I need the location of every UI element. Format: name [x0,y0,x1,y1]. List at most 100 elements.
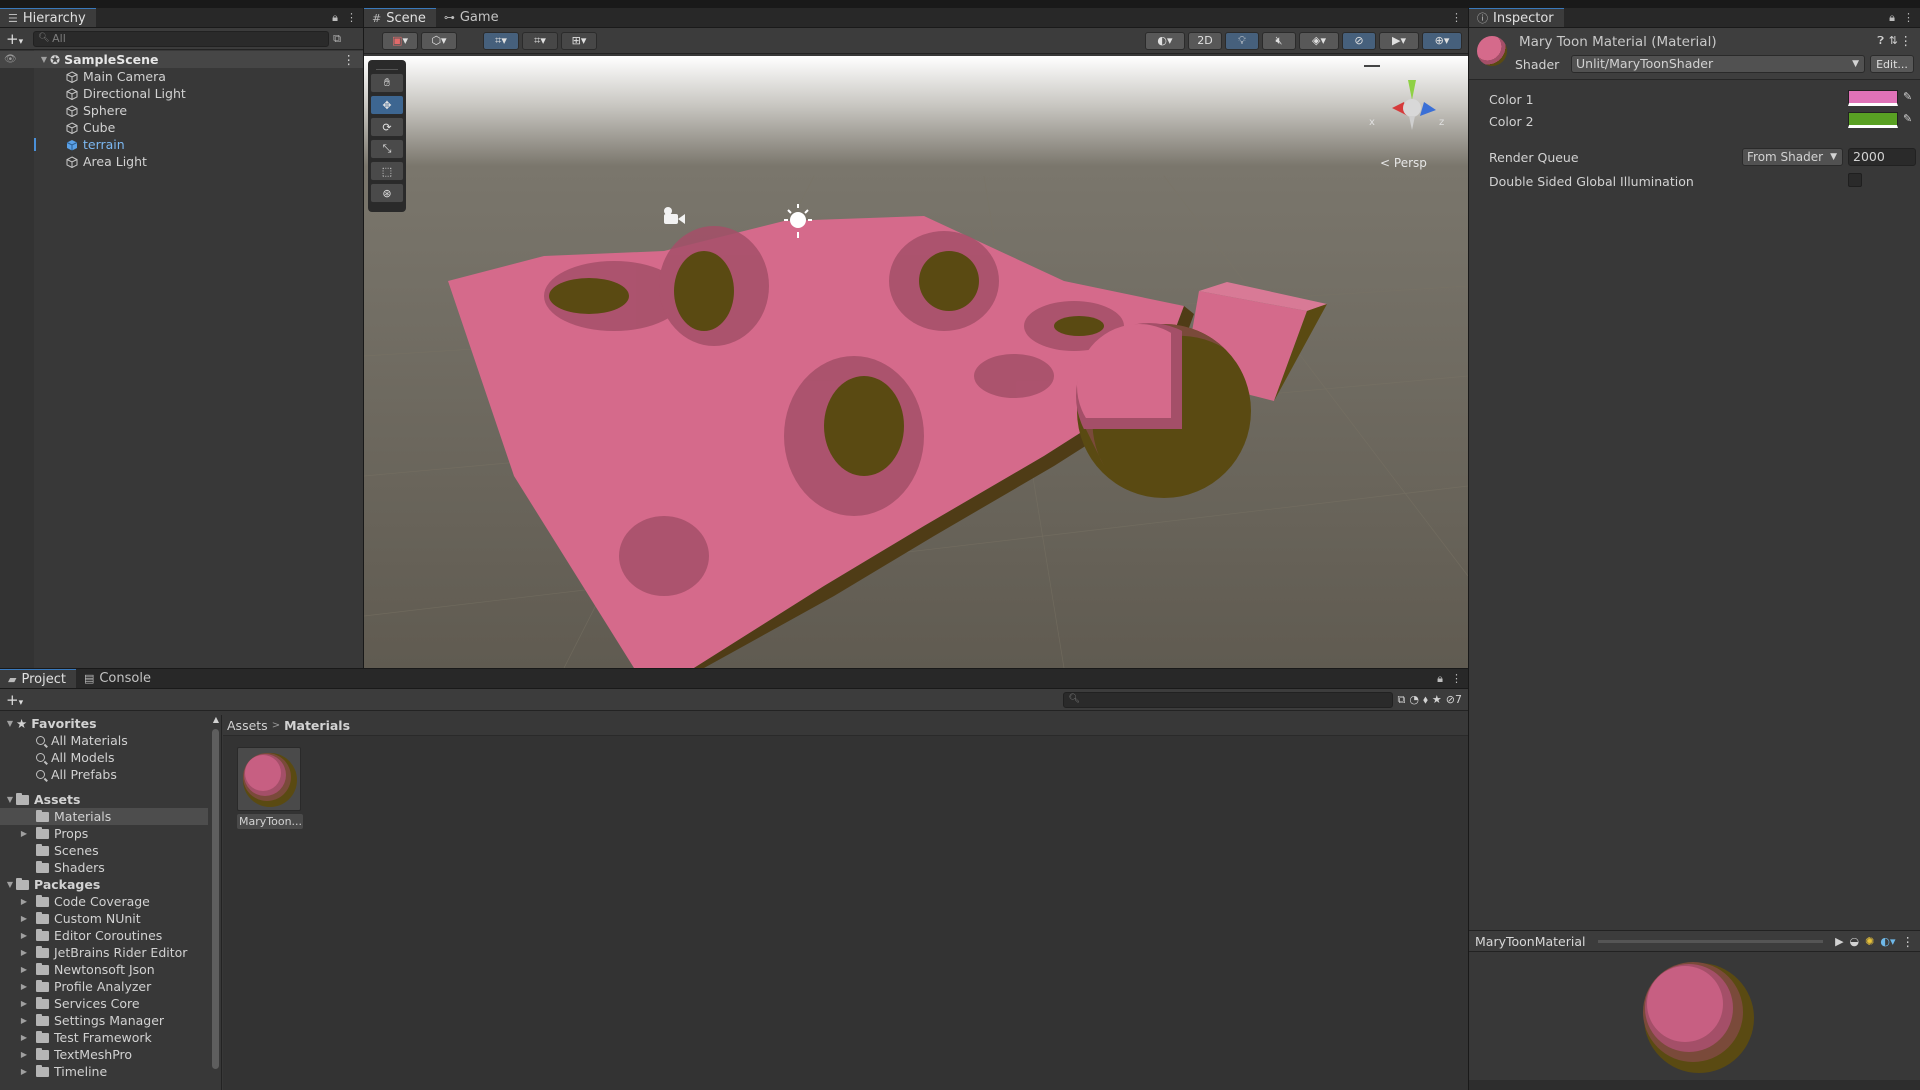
hierarchy-item-sphere[interactable]: Sphere [0,102,363,119]
hand-tool-button[interactable]: ✋︎ [370,73,404,93]
hierarchy-item-area-light[interactable]: Area Light [0,153,363,170]
tab-project[interactable]: ▰ Project [0,669,76,688]
help-icon[interactable]: ❓︎ [1877,34,1884,48]
transform-tool-button[interactable]: ⊛ [370,183,404,203]
package-textmeshpro[interactable]: ▶ TextMeshPro [0,1046,221,1063]
package-newtonsoft-json[interactable]: ▶ Newtonsoft Json [0,961,221,978]
search-by-type-icon[interactable]: ⧉ [1397,693,1405,707]
hierarchy-search-input[interactable]: 🔍︎ All [33,30,330,47]
breadcrumb-materials[interactable]: Materials [284,718,350,733]
kebab-menu-icon[interactable]: ⋮ [1900,33,1913,48]
tab-inspector[interactable]: ⓘ Inspector [1469,8,1564,27]
scene-row[interactable]: 👁︎ ▼ ✪ SampleScene ⋮ [0,51,363,68]
draw-mode-button[interactable]: ▣ ▾ [382,31,418,50]
grid-snap-button[interactable]: ⌗ ▾ [522,31,558,50]
render-mode-button[interactable]: ⬡ ▾ [421,31,457,50]
package-settings-manager[interactable]: ▶ Settings Manager [0,1012,221,1029]
toggle-lighting-button[interactable]: 💡︎ [1225,31,1259,50]
tab-hierarchy[interactable]: ☰ Hierarchy [0,8,96,27]
favorite-all-prefabs[interactable]: All Prefabs [0,766,221,783]
shading-mode-button[interactable]: ◐ ▾ [1145,31,1185,50]
folder-materials[interactable]: Materials [0,808,208,825]
favorite-all-materials[interactable]: All Materials [0,732,221,749]
scale-tool-button[interactable]: ⤡ [370,139,404,159]
kebab-menu-icon[interactable]: ⋮ [1902,934,1915,949]
preview-light-icon[interactable]: ✺ [1865,935,1874,948]
package-code-coverage[interactable]: ▶ Code Coverage [0,893,221,910]
search-by-label-icon[interactable]: ◔ [1409,693,1419,706]
preview-drag-bar[interactable] [1597,939,1824,943]
packages-header[interactable]: ▼ Packages [0,876,221,893]
increment-snap-button[interactable]: ⊞ ▾ [561,31,597,50]
chevron-down-icon[interactable]: ▼ [38,55,50,64]
tree-scrollbar[interactable] [212,729,219,1069]
visibility-eye-icon[interactable]: 👁︎ [4,54,38,65]
hierarchy-item-directional-light[interactable]: Directional Light [0,85,363,102]
package-custom-nunit[interactable]: ▶ Custom NUnit [0,910,221,927]
package-services-core[interactable]: ▶ Services Core [0,995,221,1012]
kebab-menu-icon[interactable]: ⋮ [346,11,357,25]
effects-button[interactable]: ◈ ▾ [1299,31,1339,50]
folder-scenes[interactable]: Scenes [0,842,221,859]
kebab-menu-icon[interactable]: ⋮ [1451,672,1462,686]
scene-viewport[interactable]: x z < Persp ✋︎ ✥ ⟳ ⤡ ⬚ ⊛ [364,56,1468,668]
scene-menu-icon[interactable]: ⋮ [343,52,356,67]
render-queue-dropdown[interactable]: From Shader ▼ [1742,148,1843,166]
snap-toggle-button[interactable]: ⌗ ▾ [483,31,519,50]
scene-visibility-button[interactable]: ⊘ [1342,31,1376,50]
folder-props[interactable]: ▶ Props [0,825,221,842]
lock-icon[interactable]: 🔒︎ [1437,672,1443,686]
kebab-menu-icon[interactable]: ⋮ [1903,11,1914,25]
rotate-tool-button[interactable]: ⟳ [370,117,404,137]
camera-settings-button[interactable]: ▶ ▾ [1379,31,1419,50]
hierarchy-item-cube[interactable]: Cube [0,119,363,136]
tab-scene[interactable]: # Scene [364,8,436,27]
shader-dropdown[interactable]: Unlit/MaryToonShader ▼ [1571,55,1865,73]
render-queue-field[interactable]: 2000 [1848,148,1916,166]
rect-tool-button[interactable]: ⬚ [370,161,404,181]
favorites-header[interactable]: ▼ ★ Favorites [0,715,221,732]
preview-shape-icon[interactable]: ◒ [1850,935,1860,948]
preset-icon[interactable]: ⇅ [1889,34,1898,47]
dsgi-checkbox[interactable] [1848,173,1862,187]
chevron-left-icon: < [1380,156,1391,170]
move-tool-button[interactable]: ✥ [370,95,404,115]
search-options-icon[interactable]: ⧉ [333,32,341,46]
eyedropper-icon[interactable]: ✎ [1903,112,1912,125]
package-jetbrains-rider-editor[interactable]: ▶ JetBrains Rider Editor [0,944,221,961]
toggle-audio-button[interactable]: 🔇︎ [1262,31,1296,50]
edit-shader-button[interactable]: Edit... [1870,55,1914,73]
package-test-framework[interactable]: ▶ Test Framework [0,1029,221,1046]
play-icon[interactable]: ▶ [1835,935,1843,948]
tab-game[interactable]: ⊶ Game [436,8,509,27]
palette-drag-handle[interactable] [376,62,398,70]
eyedropper-icon[interactable]: ✎ [1903,90,1912,103]
gizmos-button[interactable]: ⊕ ▾ [1422,31,1462,50]
tag-icon[interactable]: ⬧ [1423,693,1428,707]
star-icon[interactable]: ★ [1432,693,1442,706]
persp-toggle[interactable]: < Persp [1380,156,1427,170]
scroll-up-icon[interactable]: ▲ [213,715,219,724]
folder-shaders[interactable]: Shaders [0,859,221,876]
breadcrumb-assets[interactable]: Assets [227,718,268,733]
preview-bg-icon[interactable]: ◐▾ [1880,935,1895,948]
create-add-button[interactable]: +▾ [6,30,23,48]
lock-icon[interactable]: 🔒︎ [332,11,338,25]
tab-console[interactable]: ▤ Console [76,669,161,688]
kebab-menu-icon[interactable]: ⋮ [1451,11,1462,24]
create-add-button[interactable]: +▾ [6,691,23,709]
project-search-input[interactable]: 🔍︎ [1063,691,1394,708]
color2-swatch[interactable] [1848,112,1898,128]
color1-swatch[interactable] [1848,90,1898,106]
package-editor-coroutines[interactable]: ▶ Editor Coroutines [0,927,221,944]
toggle-2d-button[interactable]: 2D [1188,31,1222,50]
package-profile-analyzer[interactable]: ▶ Profile Analyzer [0,978,221,995]
asset-item-marytoon[interactable]: MaryToon... [237,747,303,829]
lock-icon[interactable]: 🔒︎ [1889,11,1895,25]
package-timeline[interactable]: ▶ Timeline [0,1063,221,1080]
hierarchy-item-main-camera[interactable]: Main Camera [0,68,363,85]
favorite-all-models[interactable]: All Models [0,749,221,766]
hidden-packages-toggle[interactable]: ⊘7 [1446,693,1462,706]
assets-header[interactable]: ▼ Assets [0,791,221,808]
hierarchy-item-terrain[interactable]: terrain [0,136,363,153]
